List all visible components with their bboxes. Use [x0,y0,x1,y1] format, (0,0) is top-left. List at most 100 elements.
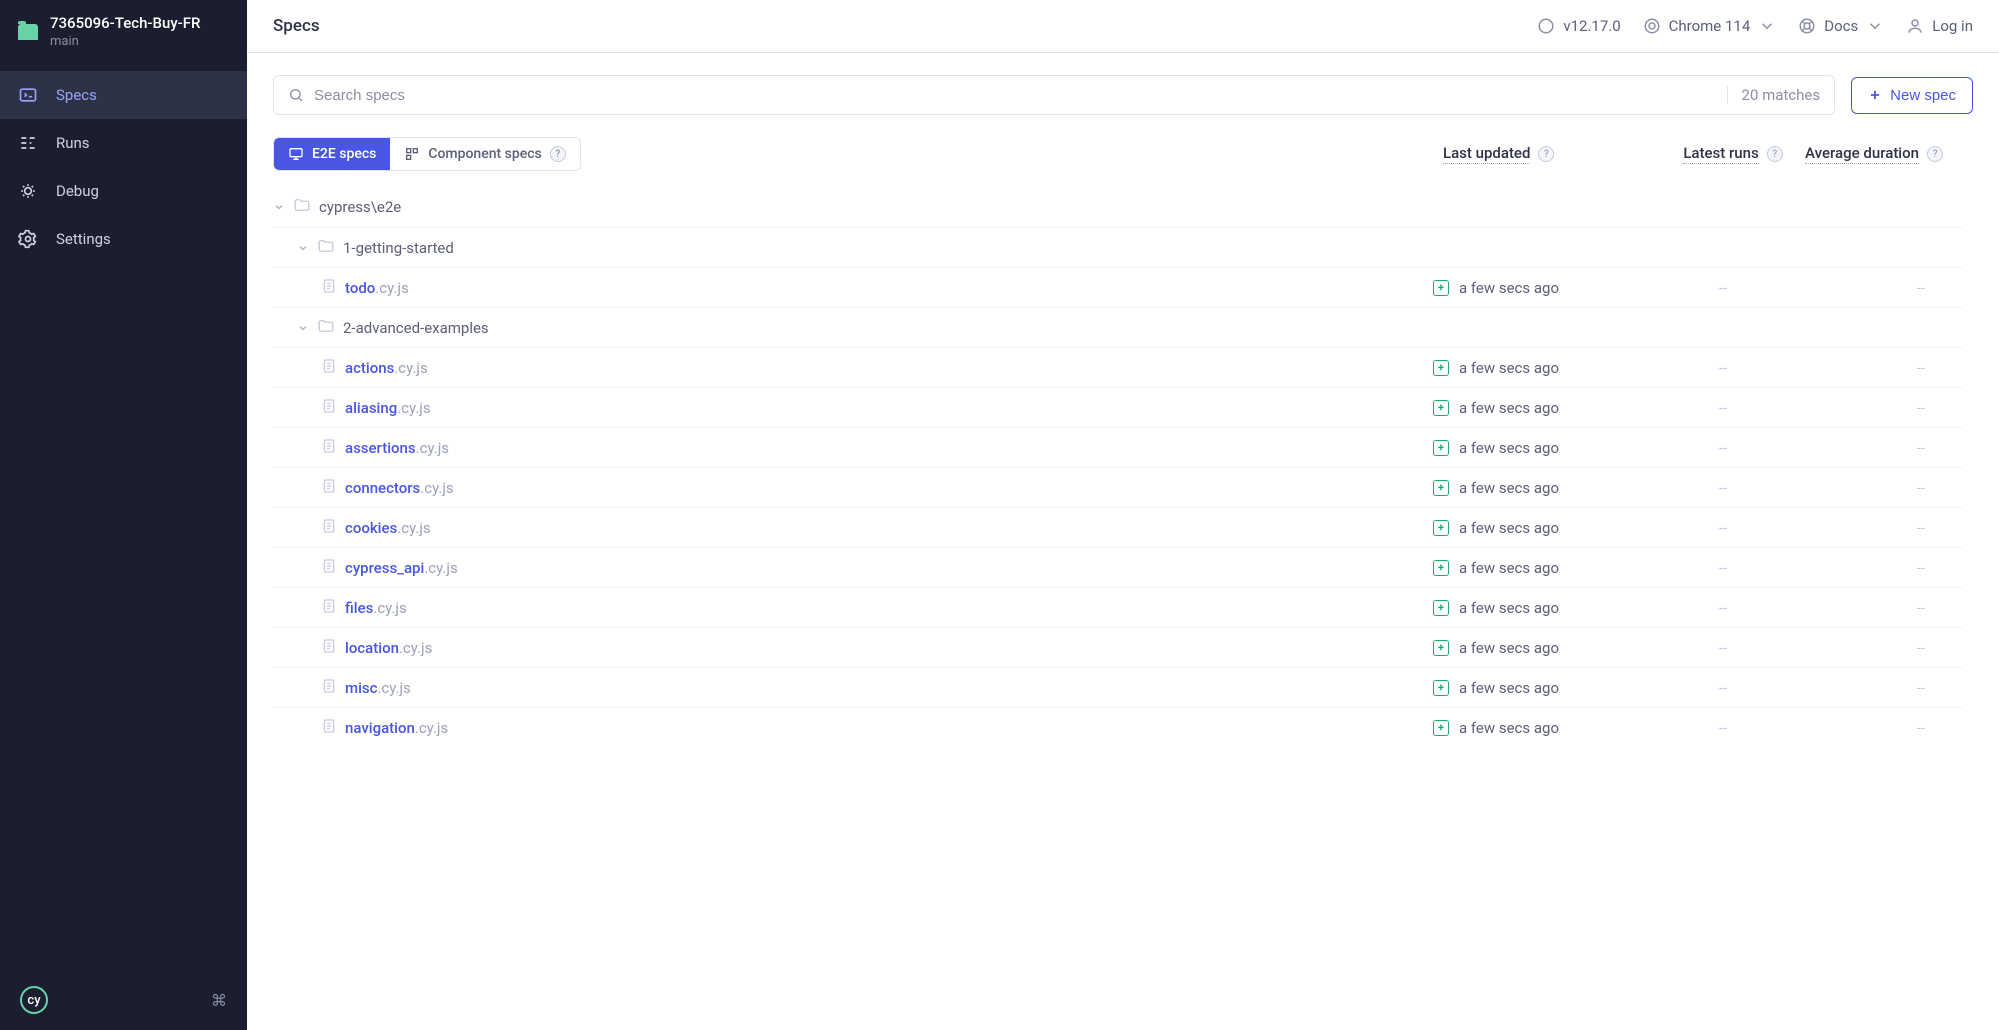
cell-last-updated: + a few secs ago [1433,279,1653,297]
search-input[interactable] [314,87,1717,104]
folder-label: 1-getting-started [343,239,454,257]
updated-text: a few secs ago [1459,519,1559,537]
sidebar-item-debug[interactable]: Debug [0,167,247,215]
project-name: 7365096-Tech-Buy-FR [50,14,200,32]
spec-row[interactable]: actions.cy.js+a few secs ago---- [273,347,1963,387]
row-name: aliasing.cy.js [273,398,1433,418]
spec-row[interactable]: misc.cy.js+a few secs ago---- [273,667,1963,707]
component-icon [404,146,420,162]
project-branch: main [50,34,200,49]
git-added-icon: + [1433,600,1449,616]
topbar: Specs v12.17.0 Chrome 114 Docs Log in [247,0,1999,53]
updated-text: a few secs ago [1459,639,1559,657]
spec-row[interactable]: location.cy.js+a few secs ago---- [273,627,1963,667]
updated-text: a few secs ago [1459,479,1559,497]
spec-row[interactable]: navigation.cy.js+a few secs ago---- [273,707,1963,747]
file-icon [321,278,337,298]
spec-row[interactable]: aliasing.cy.js+a few secs ago---- [273,387,1963,427]
file-icon [321,358,337,378]
tab-label: Component specs [428,146,541,162]
chevron-down-icon [1758,17,1776,35]
project-switcher[interactable]: 7365096-Tech-Buy-FR main [0,0,247,63]
sidebar-item-label: Debug [56,182,99,200]
folder-row[interactable]: 2-advanced-examples [273,307,1963,347]
row-name: connectors.cy.js [273,478,1433,498]
folder-icon [18,24,38,40]
chevron-down-icon [1866,17,1884,35]
plus-icon [1868,88,1882,102]
column-header-duration[interactable]: Average duration [1805,144,1919,164]
version-text: v12.17.0 [1563,17,1620,35]
spec-row[interactable]: files.cy.js+a few secs ago---- [273,587,1963,627]
cell-last-updated: +a few secs ago [1433,439,1653,457]
chevron-down-icon[interactable] [297,242,309,254]
spec-type-tabs: E2E specs Component specs ? [273,137,581,171]
row-name: 1-getting-started [273,237,1963,259]
cell-last-updated: +a few secs ago [1433,399,1653,417]
sidebar-item-runs[interactable]: Runs [0,119,247,167]
page-title: Specs [273,16,320,36]
sidebar-item-settings[interactable]: Settings [0,215,247,263]
cell-avg-duration: -- [1793,439,1963,457]
runs-icon [18,133,38,153]
cell-latest-runs: -- [1653,479,1793,497]
updated-text: a few secs ago [1459,279,1559,297]
cell-avg-duration: -- [1793,559,1963,577]
sidebar-item-specs[interactable]: Specs [0,71,247,119]
tab-e2e-specs[interactable]: E2E specs [274,138,390,170]
updated-text: a few secs ago [1459,719,1559,737]
new-spec-button[interactable]: New spec [1851,77,1973,114]
login-text: Log in [1932,17,1973,35]
chevron-down-icon[interactable] [273,201,285,213]
docs-link[interactable]: Docs [1798,17,1884,35]
folder-row[interactable]: cypress\e2e [273,187,1963,227]
chevron-down-icon[interactable] [297,322,309,334]
keyboard-shortcuts-icon[interactable]: ⌘ [211,991,227,1010]
help-icon[interactable]: ? [1767,146,1783,162]
cell-last-updated: +a few secs ago [1433,479,1653,497]
controls-row: 20 matches New spec [247,53,1999,137]
folder-icon [293,196,311,218]
cell-latest-runs: -- [1653,439,1793,457]
folder-icon [317,237,335,259]
folder-icon [317,317,335,339]
cell-last-updated: +a few secs ago [1433,719,1653,737]
folder-row[interactable]: 1-getting-started [273,227,1963,267]
cypress-icon [1537,17,1555,35]
cell-avg-duration: -- [1793,279,1963,297]
cell-latest-runs: -- [1653,399,1793,417]
help-icon[interactable]: ? [550,146,566,162]
spec-row[interactable]: cookies.cy.js+a few secs ago---- [273,507,1963,547]
help-icon[interactable]: ? [1538,146,1554,162]
cell-avg-duration: -- [1793,719,1963,737]
cell-latest-runs: -- [1653,359,1793,377]
spec-row[interactable]: assertions.cy.js+a few secs ago---- [273,427,1963,467]
spec-filename: aliasing.cy.js [345,399,431,417]
spec-row[interactable]: connectors.cy.js+a few secs ago---- [273,467,1963,507]
column-header-runs[interactable]: Latest runs [1683,144,1758,164]
column-header-updated[interactable]: Last updated [1443,144,1530,164]
git-added-icon: + [1433,280,1449,296]
browser-selector[interactable]: Chrome 114 [1643,17,1777,35]
spec-tree: cypress\e2e1-getting-startedtodo.cy.js+a… [247,183,1989,767]
spec-row[interactable]: cypress_api.cy.js+a few secs ago---- [273,547,1963,587]
row-name: misc.cy.js [273,678,1433,698]
login-button[interactable]: Log in [1906,17,1973,35]
sidebar-item-label: Runs [56,134,90,152]
help-icon[interactable]: ? [1927,146,1943,162]
cypress-logo-icon[interactable]: cy [20,986,48,1014]
cell-last-updated: +a few secs ago [1433,559,1653,577]
search-box[interactable]: 20 matches [273,75,1835,115]
row-name: files.cy.js [273,598,1433,618]
specs-icon [18,85,38,105]
spec-filename: cookies.cy.js [345,519,431,537]
spec-row[interactable]: todo.cy.js+a few secs ago---- [273,267,1963,307]
file-icon [321,478,337,498]
tab-component-specs[interactable]: Component specs ? [390,138,579,170]
spec-list-scroll[interactable]: cypress\e2e1-getting-startedtodo.cy.js+a… [247,183,1999,1030]
cell-avg-duration: -- [1793,399,1963,417]
cell-avg-duration: -- [1793,599,1963,617]
file-icon [321,678,337,698]
cypress-version[interactable]: v12.17.0 [1537,17,1620,35]
row-name: cookies.cy.js [273,518,1433,538]
